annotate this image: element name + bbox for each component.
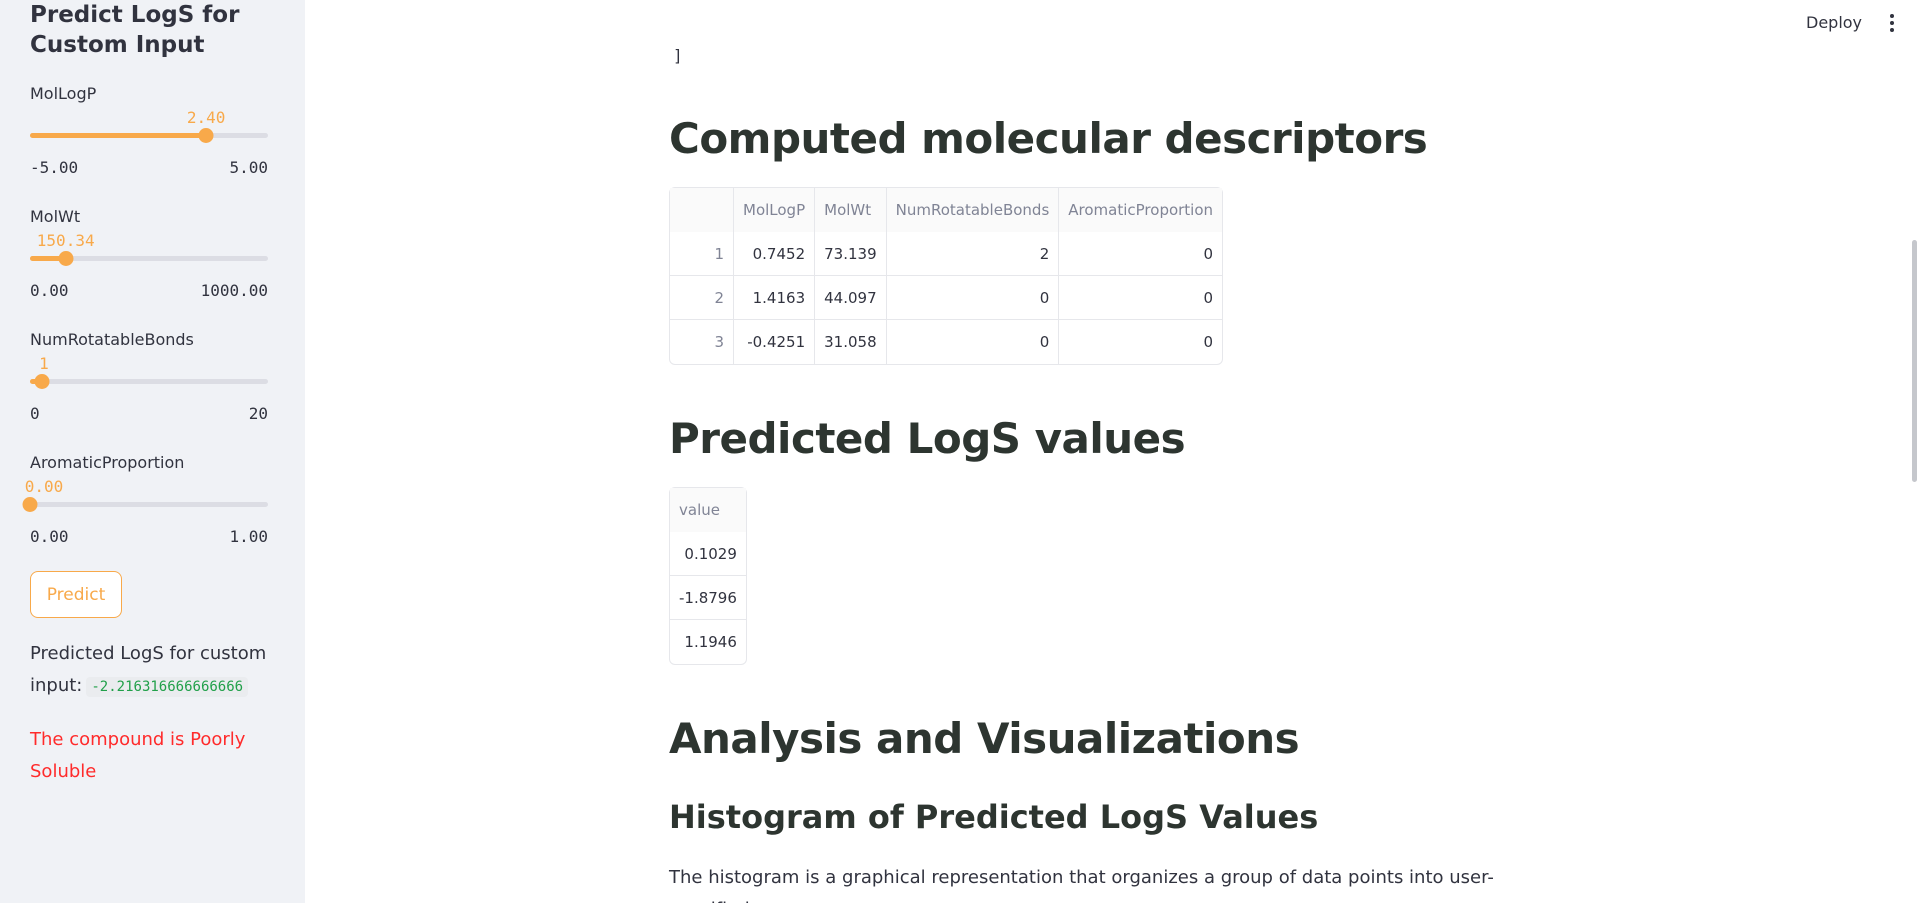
slider-min: -5.00 <box>30 158 79 177</box>
table-cell[interactable]: 73.139 <box>815 232 887 276</box>
prediction-value: -2.216316666666666 <box>86 677 249 697</box>
table-cell[interactable]: 0 <box>886 276 1060 320</box>
table-row: 3 -0.4251 31.058 0 0 <box>670 320 1222 364</box>
slider-min: 0.00 <box>30 527 69 546</box>
table-header-cell[interactable]: value <box>670 488 746 532</box>
table-cell[interactable]: 0 <box>887 320 1060 364</box>
slider-min: 0 <box>30 404 40 423</box>
table-row: 1 0.7452 73.139 2 0 <box>670 232 1223 276</box>
table-header-cell[interactable]: MolWt <box>815 188 887 232</box>
kebab-dot <box>1890 14 1894 18</box>
slider-molwt[interactable]: MolWt 150.34 0.00 1000.00 <box>30 207 268 317</box>
slider-min: 0.00 <box>30 281 69 300</box>
table-index-cell: 1 <box>670 232 734 276</box>
kebab-menu-icon[interactable] <box>1888 14 1896 34</box>
slider-label: AromaticProportion <box>30 453 185 472</box>
table-cell[interactable]: 0 <box>1059 276 1223 320</box>
kebab-dot <box>1890 21 1894 25</box>
slider-track[interactable] <box>30 379 268 384</box>
table-cell[interactable]: 44.097 <box>815 276 887 320</box>
slider-max: 20 <box>248 404 268 423</box>
table-cell[interactable]: 0.1029 <box>670 532 746 576</box>
table-cell[interactable]: 31.058 <box>815 320 887 364</box>
table-header-row: value <box>670 488 746 532</box>
histogram-description: The histogram is a graphical representat… <box>669 867 1494 903</box>
slider-thumb[interactable] <box>198 128 214 143</box>
kebab-dot <box>1890 28 1894 32</box>
slider-label: MolWt <box>30 207 81 226</box>
table-row: 2 1.4163 44.097 0 0 <box>670 276 1223 320</box>
code-bracket: ] <box>673 46 683 65</box>
predicted-table[interactable]: value 0.1029 -1.8796 1.1946 <box>669 487 747 665</box>
slider-label: NumRotatableBonds <box>30 330 194 349</box>
table-cell[interactable]: 1.4163 <box>734 276 816 320</box>
table-cell[interactable]: 2 <box>886 232 1060 276</box>
solubility-message: The compound is Poorly Soluble <box>30 729 246 782</box>
table-index-cell: 3 <box>670 320 734 364</box>
table-cell[interactable]: 0 <box>1059 320 1222 364</box>
table-row: 0.1029 <box>670 532 746 576</box>
predict-button[interactable]: Predict <box>30 571 122 618</box>
slider-mollogp[interactable]: MolLogP 2.40 -5.00 5.00 <box>30 84 268 194</box>
slider-value: 150.34 <box>36 231 95 250</box>
table-cell[interactable]: 0 <box>1059 232 1223 276</box>
table-header-cell[interactable]: AromaticProportion <box>1059 188 1223 232</box>
slider-numrotatablebonds[interactable]: NumRotatableBonds 1 0 20 <box>30 330 268 440</box>
slider-track[interactable] <box>30 133 268 138</box>
slider-label: MolLogP <box>30 84 97 103</box>
table-row: 1.1946 <box>670 620 746 664</box>
table-header-cell[interactable]: MolLogP <box>734 188 816 232</box>
table-header-row: MolLogP MolWt NumRotatableBonds Aromatic… <box>670 188 1223 232</box>
slider-thumb[interactable] <box>34 374 50 389</box>
slider-value: 0.00 <box>24 477 64 496</box>
table-header-cell[interactable]: NumRotatableBonds <box>886 188 1060 232</box>
descriptors-table[interactable]: MolLogP MolWt NumRotatableBonds Aromatic… <box>669 187 1224 365</box>
slider-fill <box>30 133 207 138</box>
slider-thumb[interactable] <box>22 497 38 512</box>
slider-max: 5.00 <box>229 158 268 177</box>
slider-max: 1.00 <box>229 527 268 546</box>
slider-value: 2.40 <box>186 108 226 127</box>
sidebar: Predict LogS for Custom Input MolLogP 2.… <box>0 0 305 903</box>
histogram-heading: Histogram of Predicted LogS Values <box>669 798 1319 836</box>
table-cell[interactable]: 1.1946 <box>670 620 746 664</box>
table-cell[interactable]: -1.8796 <box>670 576 746 620</box>
prediction-result: Predicted LogS for custom input: -2.21631… <box>30 638 290 703</box>
deploy-button[interactable]: Deploy <box>1806 13 1862 32</box>
analysis-heading: Analysis and Visualizations <box>669 714 1300 763</box>
slider-value: 1 <box>39 354 49 373</box>
scrollbar-thumb[interactable] <box>1912 240 1917 482</box>
table-cell[interactable]: 0.7452 <box>734 232 816 276</box>
slider-thumb[interactable] <box>58 251 74 266</box>
predicted-heading: Predicted LogS values <box>669 414 1186 463</box>
slider-max: 1000.00 <box>200 281 268 300</box>
slider-track[interactable] <box>30 502 268 507</box>
table-header-cell <box>670 188 734 232</box>
descriptors-heading: Computed molecular descriptors <box>669 114 1428 163</box>
table-row: -1.8796 <box>670 576 746 620</box>
slider-aromaticproportion[interactable]: AromaticProportion 0.00 0.00 1.00 <box>22 453 268 563</box>
table-cell[interactable]: -0.4251 <box>734 320 816 364</box>
table-index-cell: 2 <box>670 276 734 320</box>
sidebar-title: Predict LogS for Custom Input <box>30 2 240 58</box>
